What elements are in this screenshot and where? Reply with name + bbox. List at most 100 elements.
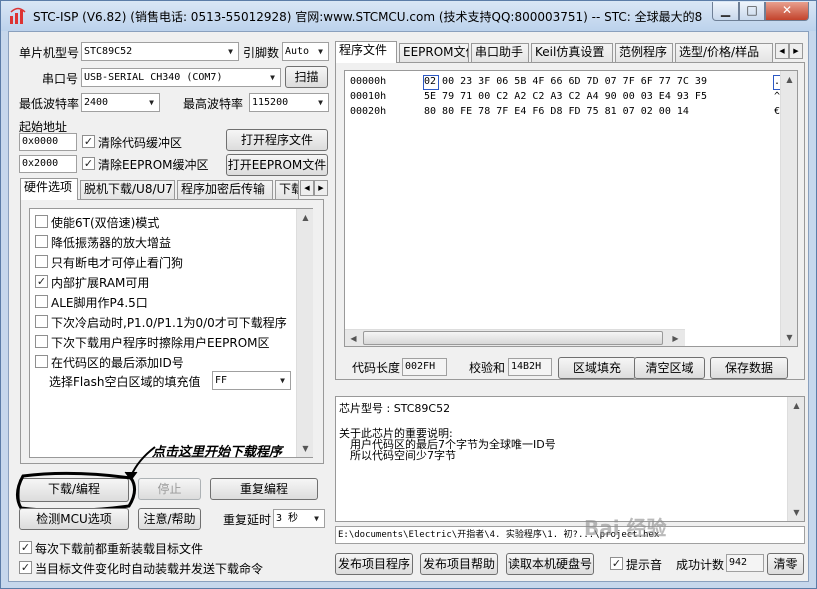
reload-checkbox[interactable]: ✓ (19, 541, 32, 554)
com-port-label: 串口号 (42, 72, 79, 86)
fill-area-button[interactable]: 区域填充 (558, 357, 636, 379)
close-button[interactable]: ✕ (765, 2, 809, 21)
tip-sound-checkbox[interactable]: ✓ (610, 557, 623, 570)
scroll-left-icon[interactable]: ◀ (345, 330, 362, 347)
option-label: 降低振荡器的放大增益 (51, 236, 172, 250)
clear-count-button[interactable]: 清零 (767, 553, 804, 575)
title-bar[interactable]: STC-ISP (V6.82) (销售电话: 0513-55012928) 官网… (1, 1, 816, 31)
hex-scroll-thumb[interactable] (363, 331, 663, 345)
eeprom-address-input[interactable]: 0x2000 (19, 155, 77, 173)
option-checkbox[interactable] (35, 235, 48, 248)
client-area: 单片机型号 STC89C52 ▼ 引脚数 Auto ▼ 串口号 USB-SERIAL… (8, 31, 809, 582)
tab-download-more[interactable]: 下载 (275, 180, 299, 199)
arrow-icon (124, 446, 156, 481)
program-file-panel: 00000h 02 00 23 3F 06 5B 4F 66 6D 7D 07 7… (335, 62, 805, 380)
clear-code-checkbox[interactable]: ✓ (82, 135, 95, 148)
fill-value-select[interactable]: FF ▼ (212, 371, 291, 390)
clear-eeprom-label: 清除EEPROM缓冲区 (98, 158, 209, 172)
hex-bytes: 80 80 FE 78 7F E4 F6 D8 FD 75 81 07 02 0… (424, 106, 689, 117)
tab-serial-assistant[interactable]: 串口助手 (471, 43, 529, 62)
help-button[interactable]: 注意/帮助 (138, 508, 201, 530)
option-checkbox[interactable] (35, 255, 48, 268)
open-program-button[interactable]: 打开程序文件 (226, 129, 328, 151)
success-count-label: 成功计数 (676, 558, 725, 572)
repeat-delay-select[interactable]: 3 秒 ▼ (273, 509, 325, 528)
chevron-down-icon: ▼ (314, 514, 319, 523)
repeat-delay-label: 重复延时 (223, 513, 272, 527)
tab-encrypted-transfer[interactable]: 程序加密后传输 (177, 180, 273, 199)
max-baud-label: 最高波特率 (183, 97, 244, 111)
minimize-button[interactable]: ▁ (712, 2, 739, 21)
scroll-up-icon[interactable]: ▲ (781, 71, 798, 88)
mcu-type-value: STC89C52 (84, 46, 133, 57)
scan-button[interactable]: 扫描 (285, 66, 328, 88)
hex-vertical-scrollbar[interactable]: ▲ ▼ (780, 71, 797, 346)
clear-eeprom-checkbox[interactable]: ✓ (82, 157, 95, 170)
hex-view[interactable]: 00000h 02 00 23 3F 06 5B 4F 66 6D 7D 07 7… (344, 70, 798, 347)
hex-address: 00010h (350, 91, 387, 102)
scroll-down-icon[interactable]: ▼ (297, 440, 314, 457)
option-checkbox[interactable] (35, 215, 48, 228)
min-baud-value: 2400 (84, 97, 109, 108)
publish-project-button[interactable]: 发布项目程序 (335, 553, 413, 575)
watermark: Bai 经验 (584, 516, 667, 540)
chip-model-text: 芯片型号 : STC89C52 (339, 402, 451, 415)
open-eeprom-button[interactable]: 打开EEPROM文件 (226, 154, 328, 176)
publish-help-button[interactable]: 发布项目帮助 (420, 553, 498, 575)
hex-bytes: 5E 79 71 00 C2 A2 C2 A3 C2 A4 90 00 03 E… (424, 91, 707, 102)
options-scrollbar[interactable]: ▲ ▼ (296, 209, 313, 457)
tab-scroll-right-icon[interactable]: ▶ (314, 180, 328, 196)
option-checkbox[interactable] (35, 315, 48, 328)
option-checkbox[interactable] (35, 355, 48, 368)
tab-keil-debug[interactable]: Keil仿真设置 (531, 43, 613, 62)
pins-select[interactable]: Auto ▼ (282, 42, 329, 61)
right-tab-scroll-right-icon[interactable]: ▶ (789, 43, 803, 59)
checksum-value: 14B2H (508, 358, 552, 376)
file-path-field[interactable]: E:\documents\Electric\开指者\4. 实验程序\1. 初?.… (335, 526, 805, 544)
hex-address: 00000h (350, 76, 387, 87)
com-port-select[interactable]: USB-SERIAL CH340 (COM7) ▼ (81, 68, 281, 87)
scroll-right-icon[interactable]: ▶ (667, 330, 684, 347)
clear-area-button[interactable]: 清空区域 (634, 357, 705, 379)
scroll-down-icon[interactable]: ▼ (781, 329, 798, 346)
detect-mcu-button[interactable]: 检测MCU选项 (19, 508, 129, 530)
tab-selection-price[interactable]: 选型/价格/样品 (675, 43, 773, 62)
max-baud-select[interactable]: 115200 ▼ (249, 93, 329, 112)
scroll-up-icon[interactable]: ▲ (297, 209, 314, 226)
autoload-label: 当目标文件变化时自动装载并发送下载命令 (35, 562, 264, 576)
min-baud-select[interactable]: 2400 ▼ (81, 93, 160, 112)
info-scrollbar[interactable]: ▲ ▼ (787, 397, 804, 521)
mcu-type-select[interactable]: STC89C52 ▼ (81, 42, 239, 61)
option-checkbox[interactable]: ✓ (35, 275, 48, 288)
pins-label: 引脚数 (243, 46, 280, 60)
info-panel: 芯片型号 : STC89C52 关于此芯片的重要说明: 用户代码区的最后7个字节… (335, 396, 805, 522)
tab-scroll-left-icon[interactable]: ◀ (300, 180, 314, 196)
reload-label: 每次下载前都重新装载目标文件 (35, 542, 204, 556)
tab-sample-code[interactable]: 范例程序 (615, 43, 673, 62)
tab-program-file[interactable]: 程序文件 (335, 41, 397, 63)
option-checkbox[interactable] (35, 295, 48, 308)
maximize-button[interactable]: □ (739, 2, 765, 21)
success-count-value: 942 (726, 554, 764, 572)
hex-address: 00020h (350, 106, 387, 117)
hex-bytes: 02 00 23 3F 06 5B 4F 66 6D 7D 07 7F 6F 7… (424, 76, 707, 87)
option-label: 使能6T(双倍速)模式 (51, 216, 160, 230)
tab-offline-download[interactable]: 脱机下载/U8/U7 (80, 180, 175, 199)
hex-horizontal-scrollbar[interactable]: ◀ ▶ (345, 329, 685, 346)
right-tab-scroll-left-icon[interactable]: ◀ (775, 43, 789, 59)
autoload-checkbox[interactable]: ✓ (19, 561, 32, 574)
app-icon (10, 7, 26, 24)
reprogram-button[interactable]: 重复编程 (210, 478, 318, 500)
min-baud-label: 最低波特率 (19, 97, 80, 111)
tab-eeprom-file[interactable]: EEPROM文件 (399, 43, 469, 62)
scroll-down-icon[interactable]: ▼ (788, 504, 805, 521)
code-length-label: 代码长度 (352, 361, 401, 375)
hardware-options-panel: 使能6T(双倍速)模式 降低振荡器的放大增益 只有断电才可停止看门狗 ✓ 内部扩展RAM… (20, 199, 324, 464)
read-disk-id-button[interactable]: 读取本机硬盘号 (506, 553, 594, 575)
option-checkbox[interactable] (35, 335, 48, 348)
scroll-up-icon[interactable]: ▲ (788, 397, 805, 414)
save-data-button[interactable]: 保存数据 (710, 357, 788, 379)
options-list: 使能6T(双倍速)模式 降低振荡器的放大增益 只有断电才可停止看门狗 ✓ 内部扩展RAM… (29, 208, 313, 458)
code-address-input[interactable]: 0x0000 (19, 133, 77, 151)
tab-hardware-options[interactable]: 硬件选项 (20, 178, 78, 200)
